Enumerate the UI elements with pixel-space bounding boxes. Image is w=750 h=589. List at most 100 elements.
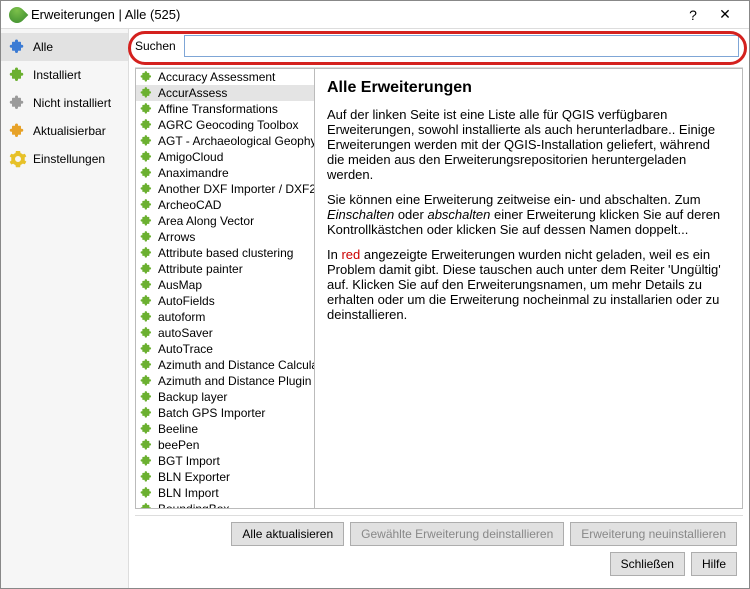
help-button[interactable]: ?: [677, 3, 709, 27]
puzzle-green-icon: [140, 166, 154, 180]
plugin-name: Arrows: [158, 230, 195, 244]
puzzle-green-icon: [140, 294, 154, 308]
update-all-button[interactable]: Alle aktualisieren: [231, 522, 344, 546]
puzzle-green-icon: [140, 422, 154, 436]
puzzle-grey-icon: [9, 94, 27, 112]
plugin-name: Affine Transformations: [158, 102, 278, 116]
puzzle-green-icon: [140, 310, 154, 324]
plugin-item[interactable]: autoSaver: [136, 325, 314, 341]
plugin-item[interactable]: Affine Transformations: [136, 101, 314, 117]
puzzle-green-icon: [140, 86, 154, 100]
plugin-item[interactable]: autoform: [136, 309, 314, 325]
plugin-name: BLN Import: [158, 486, 219, 500]
plugin-name: ArcheoCAD: [158, 198, 221, 212]
plugin-item[interactable]: Anaximandre: [136, 165, 314, 181]
puzzle-green-icon: [140, 150, 154, 164]
puzzle-green-icon: [140, 182, 154, 196]
sidebar-item-label: Alle: [33, 40, 53, 54]
description-p3: In red angezeigte Erweiterungen wurden n…: [327, 247, 730, 322]
puzzle-green-icon: [140, 118, 154, 132]
puzzle-green-icon: [140, 70, 154, 84]
qgis-icon: [6, 3, 29, 26]
plugin-item[interactable]: Azimuth and Distance Plugin: [136, 373, 314, 389]
plugin-name: BLN Exporter: [158, 470, 230, 484]
sidebar-item-aktualisierbar[interactable]: Aktualisierbar: [1, 117, 128, 145]
search-label: Suchen: [135, 39, 178, 53]
puzzle-green-icon: [140, 390, 154, 404]
puzzle-green-icon: [140, 134, 154, 148]
plugin-item[interactable]: BGT Import: [136, 453, 314, 469]
search-input[interactable]: [184, 35, 739, 57]
close-window-button[interactable]: ✕: [709, 3, 741, 27]
plugin-name: Anaximandre: [158, 166, 229, 180]
puzzle-green-icon: [140, 486, 154, 500]
plugin-manager-window: Erweiterungen | Alle (525) ? ✕ Alle Insta…: [0, 0, 750, 589]
plugin-item[interactable]: Area Along Vector: [136, 213, 314, 229]
puzzle-green-icon: [140, 470, 154, 484]
plugin-list[interactable]: Accuracy AssessmentAccurAssess Affine Tra…: [135, 68, 315, 509]
plugin-item[interactable]: beePen: [136, 437, 314, 453]
puzzle-green-icon: [140, 198, 154, 212]
plugin-name: Attribute based clustering: [158, 246, 293, 260]
sidebar-item-label: Einstellungen: [33, 152, 105, 166]
plugin-item[interactable]: Arrows: [136, 229, 314, 245]
puzzle-green-icon: [140, 326, 154, 340]
plugin-item[interactable]: AutoFields: [136, 293, 314, 309]
reinstall-button[interactable]: Erweiterung neuinstallieren: [570, 522, 737, 546]
window-title: Erweiterungen | Alle (525): [31, 7, 677, 22]
plugin-name: Another DXF Importer / DXF2SH: [158, 182, 315, 196]
plugin-item[interactable]: Accuracy Assessment: [136, 69, 314, 85]
plugin-name: autoform: [158, 310, 205, 324]
puzzle-blue-icon: [9, 38, 27, 56]
plugin-name: AGRC Geocoding Toolbox: [158, 118, 299, 132]
plugin-item[interactable]: BLN Exporter: [136, 469, 314, 485]
sidebar-item-nicht-installiert[interactable]: Nicht installiert: [1, 89, 128, 117]
plugin-name: beePen: [158, 438, 199, 452]
plugin-item[interactable]: Beeline: [136, 421, 314, 437]
sidebar-item-label: Installiert: [33, 68, 81, 82]
sidebar-item-einstellungen[interactable]: Einstellungen: [1, 145, 128, 173]
plugin-name: Azimuth and Distance Plugin: [158, 374, 311, 388]
uninstall-button[interactable]: Gewählte Erweiterung deinstallieren: [350, 522, 564, 546]
plugin-description-panel: Alle Erweiterungen Auf der linken Seite …: [315, 68, 743, 509]
gear-icon: [9, 150, 27, 168]
plugin-name: BoundingBox: [158, 502, 229, 509]
sidebar-item-alle[interactable]: Alle: [1, 33, 128, 61]
plugin-name: Attribute painter: [158, 262, 243, 276]
plugin-item[interactable]: Attribute based clustering: [136, 245, 314, 261]
plugin-item[interactable]: Backup layer: [136, 389, 314, 405]
puzzle-green-icon: [140, 454, 154, 468]
close-button[interactable]: Schließen: [610, 552, 685, 576]
sidebar-item-label: Nicht installiert: [33, 96, 111, 110]
plugin-item[interactable]: AGT - Archaeological Geophysic: [136, 133, 314, 149]
plugin-name: AutoTrace: [158, 342, 213, 356]
titlebar: Erweiterungen | Alle (525) ? ✕: [1, 1, 749, 29]
category-sidebar: Alle Installiert Nicht installiert Aktualis…: [1, 29, 129, 588]
plugin-item[interactable]: Another DXF Importer / DXF2SH: [136, 181, 314, 197]
plugin-name: Batch GPS Importer: [158, 406, 265, 420]
plugin-name: Backup layer: [158, 390, 227, 404]
plugin-item[interactable]: Batch GPS Importer: [136, 405, 314, 421]
help-dialog-button[interactable]: Hilfe: [691, 552, 737, 576]
sidebar-item-installiert[interactable]: Installiert: [1, 61, 128, 89]
plugin-item[interactable]: Attribute painter: [136, 261, 314, 277]
plugin-name: AccurAssess: [158, 86, 227, 100]
plugin-item[interactable]: ArcheoCAD: [136, 197, 314, 213]
plugin-item[interactable]: AutoTrace: [136, 341, 314, 357]
plugin-item[interactable]: AmigoCloud: [136, 149, 314, 165]
puzzle-green-icon: [140, 278, 154, 292]
puzzle-green-icon: [140, 214, 154, 228]
plugin-name: BGT Import: [158, 454, 220, 468]
plugin-item[interactable]: AccurAssess: [136, 85, 314, 101]
plugin-name: AusMap: [158, 278, 202, 292]
plugin-item[interactable]: BLN Import: [136, 485, 314, 501]
plugin-item[interactable]: BoundingBox: [136, 501, 314, 509]
plugin-item[interactable]: AusMap: [136, 277, 314, 293]
plugin-item[interactable]: AGRC Geocoding Toolbox: [136, 117, 314, 133]
puzzle-green-icon: [140, 230, 154, 244]
puzzle-green-icon: [140, 406, 154, 420]
description-heading: Alle Erweiterungen: [327, 79, 730, 97]
puzzle-green-icon: [140, 358, 154, 372]
puzzle-green-icon: [140, 262, 154, 276]
plugin-item[interactable]: Azimuth and Distance Calculator: [136, 357, 314, 373]
